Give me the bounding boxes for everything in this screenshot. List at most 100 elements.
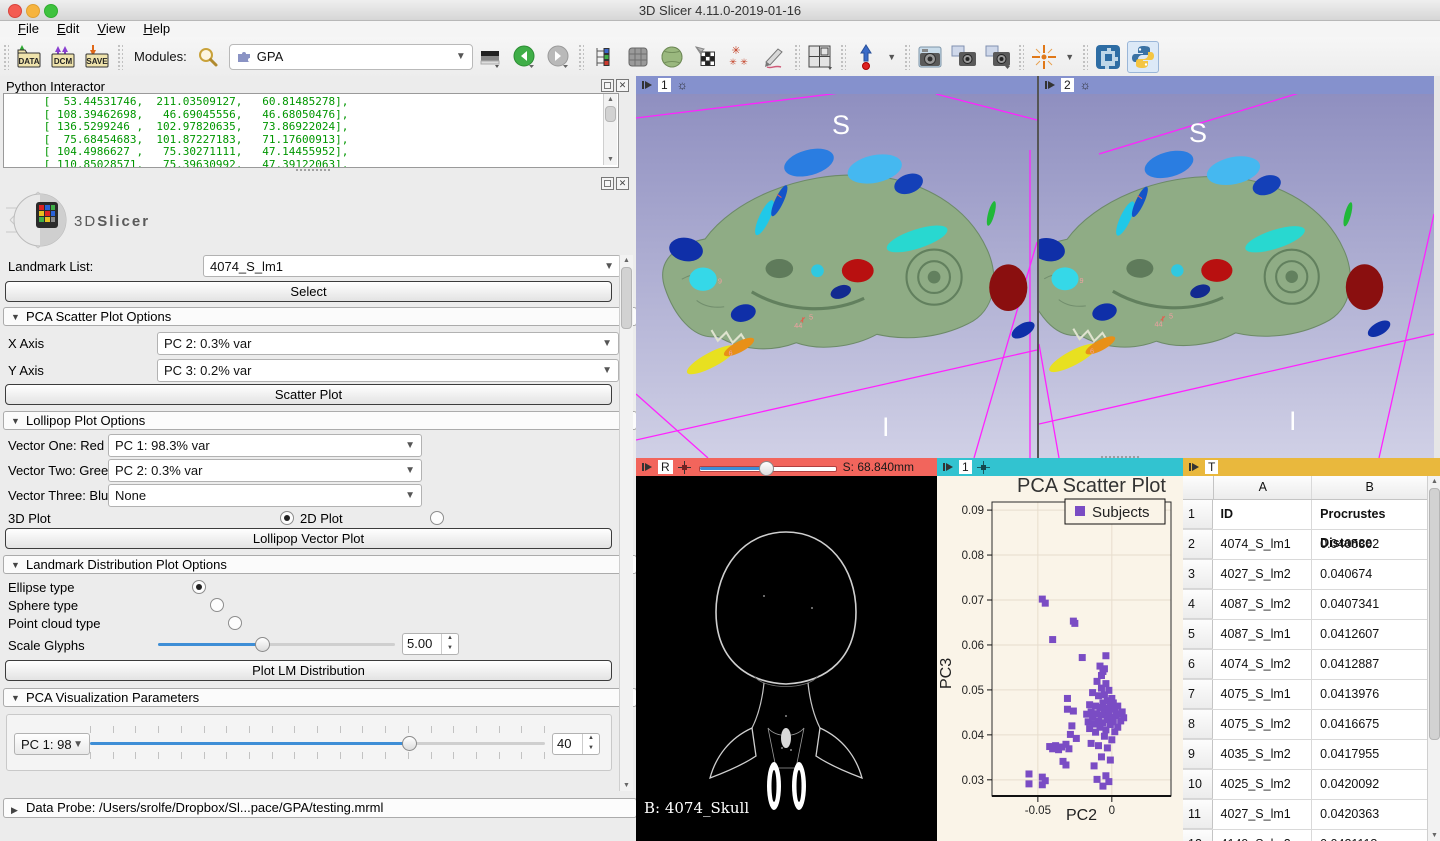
row-number-cell[interactable]: 12 [1183,830,1213,841]
distance-cell[interactable]: 0.0417955 [1312,740,1427,769]
row-number-cell[interactable]: 4 [1183,590,1213,619]
toolbar-grip[interactable] [794,44,800,70]
distance-cell[interactable]: 0.0420363 [1312,800,1427,829]
view-controller-icon[interactable]: ☼ [677,78,688,92]
view1-3d-viewport[interactable]: 96544 S I [636,94,1037,458]
place-fiducial-dropdown-icon[interactable]: ▼ [885,42,899,72]
toolbar-grip[interactable] [840,44,846,70]
slice-controller-icon[interactable] [678,461,691,474]
vector-two-combo[interactable]: PC 2: 0.3% var▼ [108,459,422,482]
screenshot-icon[interactable] [915,42,945,72]
distance-cell[interactable]: 0.0413976 [1312,680,1427,709]
layout-grid-icon[interactable] [805,42,835,72]
markups-icon[interactable]: ✳✳✳ [725,42,755,72]
pin-icon[interactable] [1188,462,1200,472]
toolbar-grip[interactable] [1082,44,1088,70]
table-row[interactable]: 54087_S_lm10.0412607 [1183,620,1427,650]
id-cell[interactable]: 4075_S_lm2 [1213,710,1313,739]
y-axis-combo[interactable]: PC 3: 0.2% var▼ [157,359,619,382]
crosshair-dropdown-icon[interactable]: ▼ [1063,42,1077,72]
menu-help[interactable]: Help [143,21,170,36]
distance-cell[interactable]: 0.0420092 [1312,770,1427,799]
scatter-point[interactable] [1064,695,1071,702]
id-cell[interactable]: 4074_S_lm1 [1213,530,1313,559]
id-cell[interactable]: 4027_S_lm2 [1213,560,1313,589]
pin-icon[interactable] [641,80,653,90]
spin-down-icon[interactable]: ▼ [442,644,458,654]
menu-edit[interactable]: Edit [57,21,79,36]
view-splitter[interactable] [1037,76,1039,458]
scatter-point[interactable] [1091,762,1098,769]
python-console-icon[interactable] [1127,41,1159,73]
toolbar-grip[interactable] [117,44,123,70]
spin-down-icon[interactable]: ▼ [583,744,599,754]
back-icon[interactable] [509,42,539,72]
crosshair-icon[interactable] [1029,42,1059,72]
scatter-point[interactable] [1025,780,1032,787]
select-button[interactable]: Select [5,281,612,302]
table-row[interactable]: 114027_S_lm10.0420363 [1183,800,1427,830]
toolbar-grip[interactable] [1018,44,1024,70]
scatter-point[interactable] [1042,600,1049,607]
slice-offset-slider[interactable] [699,460,835,474]
row-number-cell[interactable]: 8 [1183,710,1213,739]
forward-icon[interactable] [543,42,573,72]
module-search-icon[interactable] [193,42,223,72]
load-data-icon[interactable]: DATA [14,42,44,72]
table-scrollbar[interactable]: ▲▼ [1427,476,1440,841]
splitter-grip[interactable] [1100,455,1140,458]
scatter-point[interactable] [1065,745,1072,752]
scatter-point[interactable] [1049,636,1056,643]
scatter-point[interactable] [1071,620,1078,627]
annotations-icon[interactable] [759,42,789,72]
scatter-point[interactable] [1120,714,1127,721]
row-number-cell[interactable]: 1 [1183,500,1213,529]
module-list-icon[interactable] [589,42,619,72]
menu-file[interactable]: File [18,21,39,36]
spin-up-icon[interactable]: ▲ [442,634,458,644]
scatter-point[interactable] [1079,654,1086,661]
pin-icon[interactable] [1044,80,1056,90]
pin-icon[interactable] [641,462,653,472]
table-row[interactable]: 44087_S_lm20.0407341 [1183,590,1427,620]
scatter-point[interactable] [1102,652,1109,659]
distance-cell[interactable]: 0.0416675 [1312,710,1427,739]
distance-cell[interactable]: 0.0421118 [1312,830,1427,841]
float-module-panel-icon[interactable] [601,177,614,190]
pca-scatter-options-header[interactable]: ▼ PCA Scatter Plot Options [3,307,637,326]
row-number-cell[interactable]: 2 [1183,530,1213,559]
scatter-point[interactable] [1025,770,1032,777]
scatter-point[interactable] [1107,757,1114,764]
layout-history-icon[interactable] [475,42,505,72]
scatter-point[interactable] [1070,708,1077,715]
close-module-panel-icon[interactable]: ✕ [616,177,629,190]
landmark-distribution-header[interactable]: ▼ Landmark Distribution Plot Options [3,555,637,574]
table-row[interactable]: 84075_S_lm20.0416675 [1183,710,1427,740]
pca-viz-slider[interactable] [90,736,545,750]
row-number-cell[interactable]: 11 [1183,800,1213,829]
pc-select-combo[interactable]: PC 1: 98▼ [14,733,90,755]
corner-cell[interactable] [1183,476,1214,499]
pin-icon[interactable] [942,462,954,472]
toolbar-grip[interactable] [3,44,9,70]
scatter-point[interactable] [1101,665,1108,672]
scatter-point[interactable] [1114,724,1121,731]
scale-glyphs-slider[interactable] [158,637,395,651]
vector-one-combo[interactable]: PC 1: 98.3% var▼ [108,434,422,457]
float-panel-icon[interactable] [601,79,614,92]
distance-cell[interactable]: 0.0412607 [1312,620,1427,649]
table-row[interactable]: 34027_S_lm20.040674 [1183,560,1427,590]
distance-cell[interactable]: 0.0405302 [1312,530,1427,559]
id-cell[interactable]: 4035_S_lm2 [1213,740,1313,769]
id-cell[interactable]: 4087_S_lm2 [1213,590,1313,619]
distance-cell[interactable]: 0.040674 [1312,560,1427,589]
scatter-plot-button[interactable]: Scatter Plot [5,384,612,405]
table-row[interactable]: 24074_S_lm10.0405302 [1183,530,1427,560]
row-number-cell[interactable]: 6 [1183,650,1213,679]
view-controller-icon[interactable]: ☼ [1080,78,1091,92]
table-row[interactable]: 104025_S_lm20.0420092 [1183,770,1427,800]
modules-selector-combo[interactable]: GPA ▼ [229,44,473,70]
scene-view-restore-icon[interactable] [983,42,1013,72]
row-number-cell[interactable]: 3 [1183,560,1213,589]
lollipop-vector-plot-button[interactable]: Lollipop Vector Plot [5,528,612,549]
